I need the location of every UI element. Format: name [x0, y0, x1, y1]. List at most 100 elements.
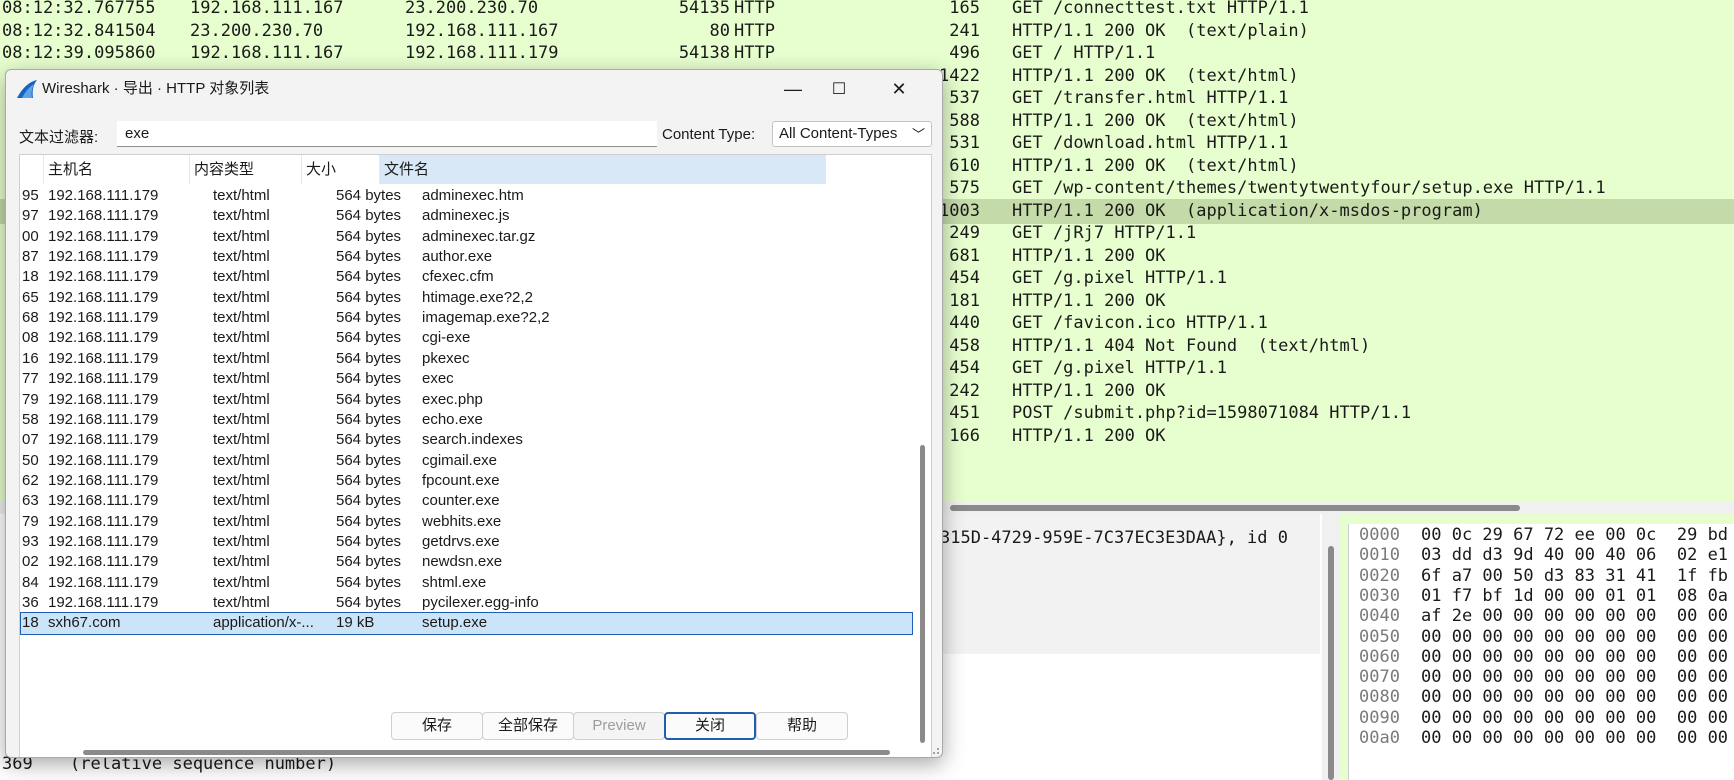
packet-protocol: HTTP	[734, 20, 775, 41]
table-row[interactable]: 95 192.168.111.179 text/html 564 bytes admin…	[20, 185, 913, 208]
packet-info: GET /wp-content/themes/twentytwentyfour/…	[1012, 178, 1606, 198]
save-all-button[interactable]: 全部保存	[482, 712, 574, 740]
column-header-packet[interactable]	[20, 155, 44, 184]
packet-time: 08:12:39.095860	[2, 43, 156, 63]
packet-bytes-pane[interactable]: 0000 00 0c 29 67 72 ee 00 0c 29 bd 0010 03 …	[1348, 524, 1734, 780]
row-packet-number: 84	[22, 573, 39, 591]
maximize-icon: ☐	[831, 81, 847, 98]
http-objects-table[interactable]: 主机名 内容类型 大小 文件名 95 192.168.111.179 text/ht…	[19, 154, 932, 757]
table-row[interactable]: 84 192.168.111.179 text/html 564 bytes shtml…	[20, 572, 913, 595]
table-row[interactable]: 16 192.168.111.179 text/html 564 bytes pkexe…	[20, 348, 913, 371]
row-size: 564 bytes	[336, 268, 402, 286]
table-vertical-scrollbar[interactable]	[914, 155, 931, 743]
scrollbar-thumb[interactable]	[1328, 546, 1334, 780]
row-size: 564 bytes	[336, 329, 402, 347]
packet-info: HTTP/1.1 200 OK (text/html)	[1012, 110, 1299, 131]
row-hostname: 192.168.111.179	[48, 370, 159, 388]
scrollbar-thumb[interactable]	[83, 750, 890, 755]
table-row[interactable]: 00 192.168.111.179 text/html 564 bytes admin…	[20, 226, 913, 249]
row-packet-number: 68	[22, 309, 39, 327]
table-row[interactable]: 63 192.168.111.179 text/html 564 bytes count…	[20, 490, 913, 513]
close-window-button[interactable]: ✕	[876, 74, 922, 104]
hex-bytes: 03 dd d3 9d 40 00 40 06 02 e1	[1421, 545, 1729, 566]
row-packet-number: 93	[22, 532, 39, 550]
text-filter-input[interactable]	[117, 121, 657, 147]
row-hostname: 192.168.111.179	[48, 594, 159, 611]
close-button[interactable]: 关闭	[664, 712, 756, 740]
hex-bytes: af 2e 00 00 00 00 00 00 00 00	[1421, 606, 1729, 627]
hex-offset: 0050	[1359, 626, 1400, 647]
row-filename: shtml.exe	[422, 573, 487, 591]
hex-bytes: 00 00 00 00 00 00 00 00 00 00	[1421, 728, 1729, 748]
table-row[interactable]: 02 192.168.111.179 text/html 564 bytes newds…	[20, 551, 913, 574]
row-packet-number: 18	[22, 614, 39, 632]
table-row[interactable]: 93 192.168.111.179 text/html 564 bytes getdr…	[20, 531, 913, 554]
row-content-type: text/html	[213, 532, 270, 550]
packet-info: GET /g.pixel HTTP/1.1	[1012, 358, 1227, 378]
scrollbar-thumb[interactable]	[950, 505, 1520, 511]
table-row[interactable]: 79 192.168.111.179 text/html 564 bytes webhi…	[20, 511, 913, 534]
packet-info: HTTP/1.1 200 OK (text/html)	[1012, 65, 1299, 86]
row-filename: search.indexes	[422, 431, 523, 449]
dialog-titlebar[interactable]: Wireshark · 导出 · HTTP 对象列表 — ☐ ✕	[6, 70, 942, 108]
packet-info: GET /transfer.html HTTP/1.1	[1012, 88, 1289, 108]
table-row[interactable]: 36 192.168.111.179 text/html 564 bytes pycil…	[20, 592, 913, 615]
row-hostname: 192.168.111.179	[48, 329, 159, 347]
table-row[interactable]: 97 192.168.111.179 text/html 564 bytes admin…	[20, 205, 913, 228]
row-packet-number: 02	[22, 553, 39, 571]
hex-bytes: 00 00 00 00 00 00 00 00 00 00	[1421, 667, 1729, 688]
table-row[interactable]: 68 192.168.111.179 text/html 564 bytes image…	[20, 307, 913, 330]
column-header-size[interactable]: 大小	[302, 155, 380, 184]
table-row[interactable]: 08 192.168.111.179 text/html 564 bytes cgi-e…	[20, 327, 913, 350]
table-row[interactable]: 50 192.168.111.179 text/html 564 bytes cgima…	[20, 450, 913, 473]
maximize-button[interactable]: ☐	[816, 74, 862, 104]
row-hostname: 192.168.111.179	[48, 288, 159, 306]
table-row[interactable]: 87 192.168.111.179 text/html 564 bytes autho…	[20, 246, 913, 269]
resize-grip-icon[interactable]	[930, 745, 940, 755]
table-row[interactable]: 62 192.168.111.179 text/html 564 bytes fpcou…	[20, 470, 913, 493]
packet-info: GET /jRj7 HTTP/1.1	[1012, 223, 1197, 243]
row-filename: imagemap.exe?2,2	[422, 309, 550, 327]
table-row[interactable]: 07 192.168.111.179 text/html 564 bytes searc…	[20, 429, 913, 452]
row-hostname: 192.168.111.179	[48, 187, 159, 204]
scrollbar-thumb[interactable]	[920, 445, 925, 743]
hex-offset: 0090	[1359, 707, 1400, 728]
table-row[interactable]: 77 192.168.111.179 text/html 564 bytes exec	[20, 368, 913, 391]
packet-info: HTTP/1.1 200 OK	[1012, 380, 1166, 401]
column-header-content-type[interactable]: 内容类型	[190, 155, 302, 184]
row-filename: cfexec.cfm	[422, 268, 494, 286]
row-content-type: text/html	[213, 471, 270, 489]
hex-bytes: 00 0c 29 67 72 ee 00 0c 29 bd	[1421, 525, 1729, 545]
row-filename: author.exe	[422, 248, 493, 266]
table-row[interactable]: 58 192.168.111.179 text/html 564 bytes echo.…	[20, 409, 913, 432]
minimize-button[interactable]: —	[770, 74, 816, 104]
row-hostname: 192.168.111.179	[48, 431, 159, 449]
table-row[interactable]: 65 192.168.111.179 text/html 564 bytes htima…	[20, 287, 913, 310]
table-row[interactable]: 79 192.168.111.179 text/html 564 bytes exec.…	[20, 389, 913, 412]
hex-offset: 0020	[1359, 565, 1400, 586]
help-button[interactable]: 帮助	[756, 712, 848, 740]
row-size: 564 bytes	[336, 594, 402, 611]
row-content-type: text/html	[213, 207, 270, 225]
packet-src-port: 54138	[678, 43, 730, 63]
row-size: 564 bytes	[336, 390, 402, 408]
packet-row[interactable]: 08:12:39.095860 192.168.111.167 192.168.11…	[0, 41, 1734, 66]
save-button[interactable]: 保存	[391, 712, 483, 740]
packet-row[interactable]: 08:12:32.841504 23.200.230.70 192.168.111.…	[0, 19, 1734, 44]
detail-line-interface-id[interactable]: 315D-4729-959E-7C37EC3E3DAA}, id 0	[940, 526, 1288, 550]
table-row[interactable]: 18 192.168.111.179 text/html 564 bytes cfexe…	[20, 266, 913, 289]
column-header-hostname[interactable]: 主机名	[44, 155, 190, 184]
content-type-select[interactable]: All Content-Types ﹀	[772, 121, 932, 147]
column-header-filename[interactable]: 文件名	[380, 155, 826, 184]
row-packet-number: 08	[22, 329, 39, 347]
hex-bytes: 01 f7 bf 1d 00 00 01 01 08 0a	[1421, 585, 1729, 606]
table-row[interactable]: 18 sxh67.com application/x-... 19 kB setup.e…	[20, 612, 913, 635]
row-size: 564 bytes	[336, 532, 402, 550]
details-vertical-scrollbar[interactable]	[1322, 514, 1340, 780]
preview-button[interactable]: Preview	[573, 712, 665, 740]
row-packet-number: 62	[22, 471, 39, 489]
row-hostname: 192.168.111.179	[48, 451, 159, 469]
table-horizontal-scrollbar[interactable]	[20, 743, 913, 757]
row-content-type: text/html	[213, 288, 270, 306]
row-size: 564 bytes	[336, 471, 402, 489]
